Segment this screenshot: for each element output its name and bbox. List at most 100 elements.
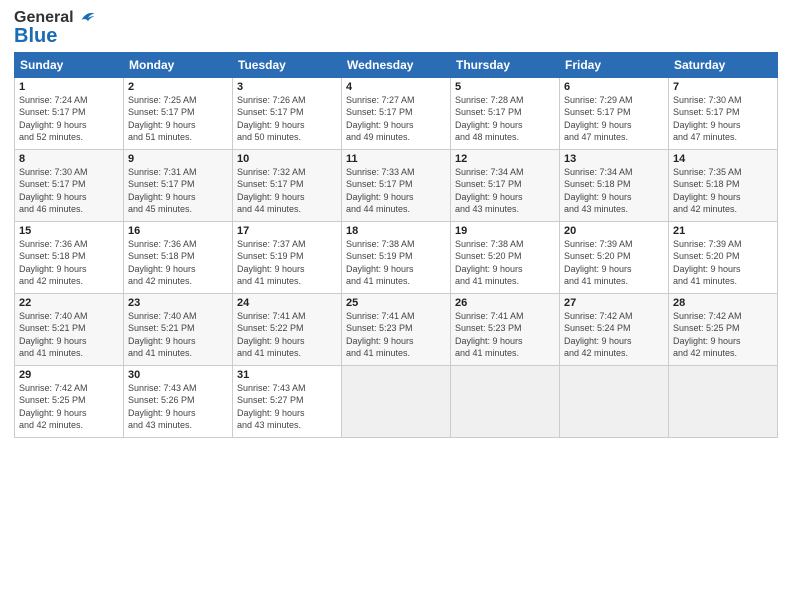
logo-bird-icon — [80, 10, 96, 26]
day-detail: Sunrise: 7:39 AM Sunset: 5:20 PM Dayligh… — [564, 238, 664, 287]
day-detail: Sunrise: 7:36 AM Sunset: 5:18 PM Dayligh… — [19, 238, 119, 287]
day-number: 11 — [346, 153, 446, 165]
day-number: 19 — [455, 225, 555, 237]
calendar-header-row: SundayMondayTuesdayWednesdayThursdayFrid… — [15, 53, 778, 78]
day-number: 8 — [19, 153, 119, 165]
calendar-cell: 10Sunrise: 7:32 AM Sunset: 5:17 PM Dayli… — [233, 150, 342, 222]
column-header-tuesday: Tuesday — [233, 53, 342, 78]
column-header-sunday: Sunday — [15, 53, 124, 78]
column-header-thursday: Thursday — [451, 53, 560, 78]
day-number: 25 — [346, 297, 446, 309]
calendar-cell: 8Sunrise: 7:30 AM Sunset: 5:17 PM Daylig… — [15, 150, 124, 222]
calendar-cell: 21Sunrise: 7:39 AM Sunset: 5:20 PM Dayli… — [669, 222, 778, 294]
day-number: 15 — [19, 225, 119, 237]
day-detail: Sunrise: 7:42 AM Sunset: 5:25 PM Dayligh… — [673, 310, 773, 359]
calendar-cell: 18Sunrise: 7:38 AM Sunset: 5:19 PM Dayli… — [342, 222, 451, 294]
day-detail: Sunrise: 7:24 AM Sunset: 5:17 PM Dayligh… — [19, 94, 119, 143]
calendar-cell — [669, 366, 778, 438]
day-number: 22 — [19, 297, 119, 309]
day-detail: Sunrise: 7:29 AM Sunset: 5:17 PM Dayligh… — [564, 94, 664, 143]
day-detail: Sunrise: 7:37 AM Sunset: 5:19 PM Dayligh… — [237, 238, 337, 287]
calendar-cell: 16Sunrise: 7:36 AM Sunset: 5:18 PM Dayli… — [124, 222, 233, 294]
day-detail: Sunrise: 7:38 AM Sunset: 5:20 PM Dayligh… — [455, 238, 555, 287]
day-number: 7 — [673, 81, 773, 93]
day-detail: Sunrise: 7:43 AM Sunset: 5:26 PM Dayligh… — [128, 382, 228, 431]
day-detail: Sunrise: 7:39 AM Sunset: 5:20 PM Dayligh… — [673, 238, 773, 287]
calendar-table: SundayMondayTuesdayWednesdayThursdayFrid… — [14, 52, 778, 438]
day-number: 2 — [128, 81, 228, 93]
calendar-cell — [451, 366, 560, 438]
day-detail: Sunrise: 7:40 AM Sunset: 5:21 PM Dayligh… — [128, 310, 228, 359]
day-detail: Sunrise: 7:28 AM Sunset: 5:17 PM Dayligh… — [455, 94, 555, 143]
calendar-cell: 22Sunrise: 7:40 AM Sunset: 5:21 PM Dayli… — [15, 294, 124, 366]
header: General Blue — [14, 10, 778, 46]
day-detail: Sunrise: 7:33 AM Sunset: 5:17 PM Dayligh… — [346, 166, 446, 215]
calendar-week-row: 15Sunrise: 7:36 AM Sunset: 5:18 PM Dayli… — [15, 222, 778, 294]
day-number: 6 — [564, 81, 664, 93]
day-number: 20 — [564, 225, 664, 237]
calendar-cell: 25Sunrise: 7:41 AM Sunset: 5:23 PM Dayli… — [342, 294, 451, 366]
day-number: 3 — [237, 81, 337, 93]
day-detail: Sunrise: 7:35 AM Sunset: 5:18 PM Dayligh… — [673, 166, 773, 215]
logo: General Blue — [14, 10, 96, 46]
calendar-cell: 19Sunrise: 7:38 AM Sunset: 5:20 PM Dayli… — [451, 222, 560, 294]
day-detail: Sunrise: 7:27 AM Sunset: 5:17 PM Dayligh… — [346, 94, 446, 143]
calendar-cell: 4Sunrise: 7:27 AM Sunset: 5:17 PM Daylig… — [342, 78, 451, 150]
day-detail: Sunrise: 7:42 AM Sunset: 5:25 PM Dayligh… — [19, 382, 119, 431]
day-detail: Sunrise: 7:41 AM Sunset: 5:22 PM Dayligh… — [237, 310, 337, 359]
day-number: 13 — [564, 153, 664, 165]
calendar-container: General Blue SundayMondayTuesdayWednesda… — [0, 0, 792, 448]
day-detail: Sunrise: 7:34 AM Sunset: 5:17 PM Dayligh… — [455, 166, 555, 215]
day-number: 28 — [673, 297, 773, 309]
calendar-cell: 31Sunrise: 7:43 AM Sunset: 5:27 PM Dayli… — [233, 366, 342, 438]
day-number: 4 — [346, 81, 446, 93]
day-number: 16 — [128, 225, 228, 237]
logo-general: General — [14, 10, 96, 26]
calendar-cell: 11Sunrise: 7:33 AM Sunset: 5:17 PM Dayli… — [342, 150, 451, 222]
day-detail: Sunrise: 7:30 AM Sunset: 5:17 PM Dayligh… — [673, 94, 773, 143]
calendar-week-row: 1Sunrise: 7:24 AM Sunset: 5:17 PM Daylig… — [15, 78, 778, 150]
calendar-cell: 3Sunrise: 7:26 AM Sunset: 5:17 PM Daylig… — [233, 78, 342, 150]
calendar-cell: 24Sunrise: 7:41 AM Sunset: 5:22 PM Dayli… — [233, 294, 342, 366]
calendar-cell: 6Sunrise: 7:29 AM Sunset: 5:17 PM Daylig… — [560, 78, 669, 150]
day-detail: Sunrise: 7:41 AM Sunset: 5:23 PM Dayligh… — [346, 310, 446, 359]
day-detail: Sunrise: 7:41 AM Sunset: 5:23 PM Dayligh… — [455, 310, 555, 359]
column-header-wednesday: Wednesday — [342, 53, 451, 78]
day-detail: Sunrise: 7:36 AM Sunset: 5:18 PM Dayligh… — [128, 238, 228, 287]
calendar-cell: 12Sunrise: 7:34 AM Sunset: 5:17 PM Dayli… — [451, 150, 560, 222]
day-number: 9 — [128, 153, 228, 165]
logo-blue: Blue — [14, 26, 57, 46]
day-detail: Sunrise: 7:32 AM Sunset: 5:17 PM Dayligh… — [237, 166, 337, 215]
day-number: 30 — [128, 369, 228, 381]
calendar-cell: 13Sunrise: 7:34 AM Sunset: 5:18 PM Dayli… — [560, 150, 669, 222]
day-number: 26 — [455, 297, 555, 309]
calendar-cell: 5Sunrise: 7:28 AM Sunset: 5:17 PM Daylig… — [451, 78, 560, 150]
day-detail: Sunrise: 7:42 AM Sunset: 5:24 PM Dayligh… — [564, 310, 664, 359]
day-number: 24 — [237, 297, 337, 309]
calendar-cell: 27Sunrise: 7:42 AM Sunset: 5:24 PM Dayli… — [560, 294, 669, 366]
day-number: 27 — [564, 297, 664, 309]
day-number: 31 — [237, 369, 337, 381]
day-number: 17 — [237, 225, 337, 237]
day-number: 23 — [128, 297, 228, 309]
calendar-cell — [560, 366, 669, 438]
calendar-cell — [342, 366, 451, 438]
calendar-cell: 14Sunrise: 7:35 AM Sunset: 5:18 PM Dayli… — [669, 150, 778, 222]
day-detail: Sunrise: 7:31 AM Sunset: 5:17 PM Dayligh… — [128, 166, 228, 215]
day-number: 29 — [19, 369, 119, 381]
day-number: 5 — [455, 81, 555, 93]
column-header-monday: Monday — [124, 53, 233, 78]
day-number: 14 — [673, 153, 773, 165]
calendar-cell: 20Sunrise: 7:39 AM Sunset: 5:20 PM Dayli… — [560, 222, 669, 294]
column-header-friday: Friday — [560, 53, 669, 78]
day-detail: Sunrise: 7:40 AM Sunset: 5:21 PM Dayligh… — [19, 310, 119, 359]
calendar-week-row: 8Sunrise: 7:30 AM Sunset: 5:17 PM Daylig… — [15, 150, 778, 222]
calendar-cell: 17Sunrise: 7:37 AM Sunset: 5:19 PM Dayli… — [233, 222, 342, 294]
calendar-cell: 28Sunrise: 7:42 AM Sunset: 5:25 PM Dayli… — [669, 294, 778, 366]
day-detail: Sunrise: 7:26 AM Sunset: 5:17 PM Dayligh… — [237, 94, 337, 143]
calendar-cell: 26Sunrise: 7:41 AM Sunset: 5:23 PM Dayli… — [451, 294, 560, 366]
day-detail: Sunrise: 7:30 AM Sunset: 5:17 PM Dayligh… — [19, 166, 119, 215]
calendar-week-row: 29Sunrise: 7:42 AM Sunset: 5:25 PM Dayli… — [15, 366, 778, 438]
day-detail: Sunrise: 7:43 AM Sunset: 5:27 PM Dayligh… — [237, 382, 337, 431]
day-number: 12 — [455, 153, 555, 165]
